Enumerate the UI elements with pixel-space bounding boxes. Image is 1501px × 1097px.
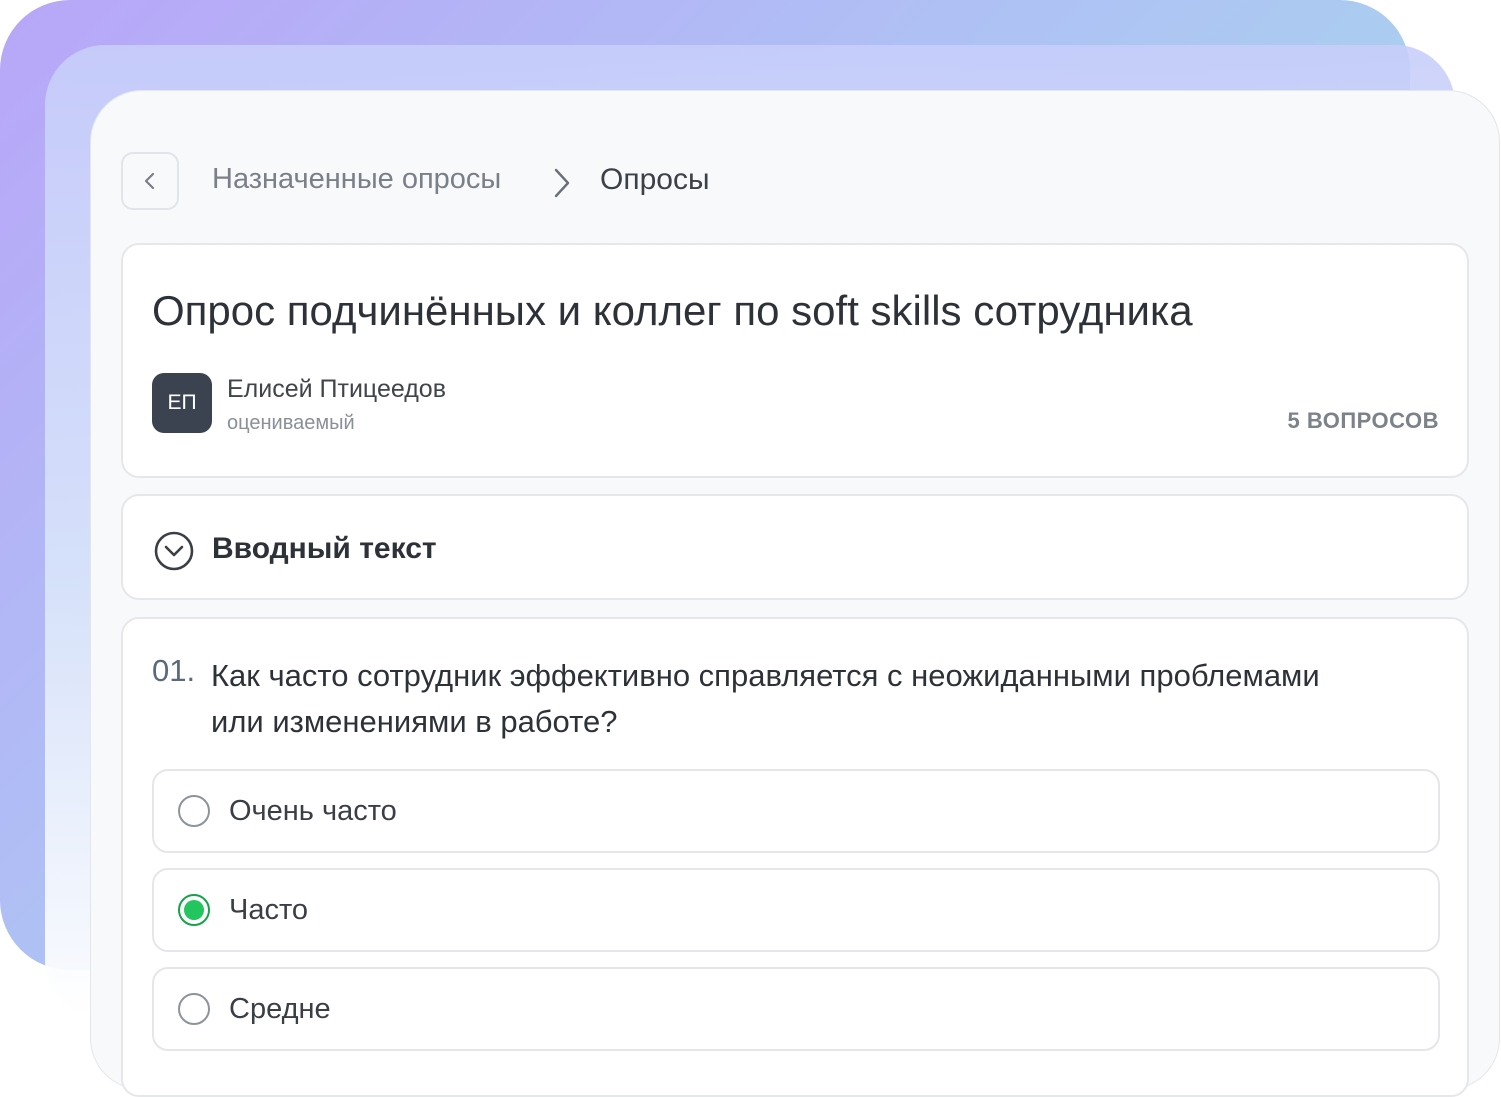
chevron-down-circle-icon <box>154 531 194 571</box>
radio-button[interactable] <box>178 795 210 827</box>
question-card: 01. Как часто сотрудник эффективно справ… <box>121 617 1469 1097</box>
breadcrumb-parent-link[interactable]: Назначенные опросы <box>212 163 501 196</box>
question-count: 5 ВОПРОСОВ <box>1287 408 1439 433</box>
question-number: 01. <box>152 653 196 688</box>
evaluated-person-name: Елисей Птицеедов <box>227 375 446 403</box>
answer-option-selected[interactable]: Часто <box>152 868 1440 952</box>
answer-option[interactable]: Очень часто <box>152 769 1440 853</box>
radio-button-checked[interactable] <box>178 894 210 926</box>
evaluated-person-role: оцениваемый <box>227 412 355 434</box>
back-button[interactable] <box>121 152 179 210</box>
intro-text-accordion[interactable]: Вводный текст <box>121 494 1469 600</box>
survey-header-card: Опрос подчинённых и коллег по soft skill… <box>121 243 1469 478</box>
answer-option[interactable]: Средне <box>152 967 1440 1051</box>
answer-option-label: Средне <box>229 993 331 1025</box>
survey-title: Опрос подчинённых и коллег по soft skill… <box>152 287 1193 334</box>
chevron-left-icon <box>144 172 155 190</box>
intro-text-label: Вводный текст <box>212 532 437 565</box>
breadcrumb-current: Опросы <box>600 163 710 196</box>
question-text: Как часто сотрудник эффективно справляет… <box>211 658 1320 739</box>
chevron-right-icon <box>554 168 570 198</box>
answer-option-label: Очень часто <box>229 795 397 827</box>
answer-option-label: Часто <box>229 894 309 926</box>
avatar: ЕП <box>152 373 212 433</box>
radio-button[interactable] <box>178 993 210 1025</box>
